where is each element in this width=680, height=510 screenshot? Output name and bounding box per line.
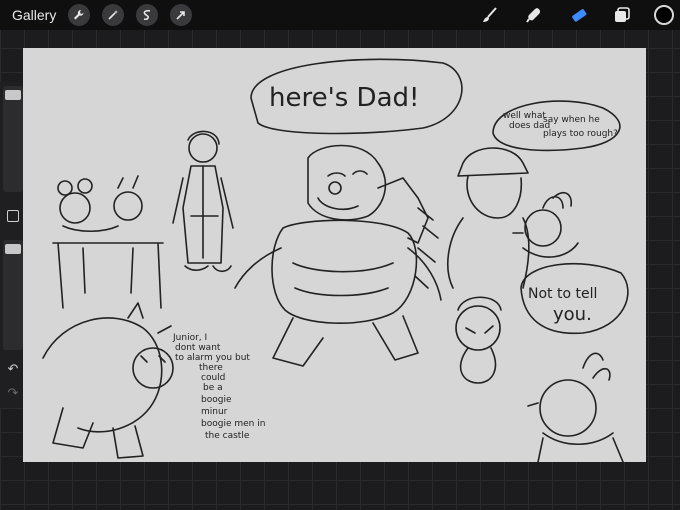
junior-note-text: Junior, I dont want to alarm you but the… — [172, 333, 265, 441]
transform-arrow-icon[interactable] — [170, 4, 193, 26]
drawing-canvas[interactable]: here's Dad! well what does dad say when … — [23, 48, 646, 463]
question-bubble-text: well what does dad say when he plays too… — [503, 111, 618, 139]
nottotell-line-1: Not to tell — [528, 286, 597, 302]
brush-size-slider[interactable] — [3, 86, 23, 192]
redo-icon[interactable]: ↷ — [5, 386, 21, 400]
note-line-2: dont want — [175, 343, 221, 353]
bottom-left-figure — [42, 302, 174, 459]
nottotell-line-2: you. — [553, 304, 592, 325]
question-line-1: well what — [503, 111, 546, 121]
right-tool-group — [478, 0, 680, 30]
nottotell-bubble-text: Not to tell you. — [528, 286, 597, 325]
brush-icon[interactable] — [478, 3, 502, 27]
robe-figure — [172, 130, 234, 273]
note-line-8: minur — [201, 407, 228, 417]
selection-icon[interactable] — [136, 4, 159, 26]
question-line-3: say when he — [543, 115, 600, 125]
gallery-button[interactable]: Gallery — [12, 7, 56, 23]
magic-wand-icon[interactable] — [102, 4, 125, 26]
modify-button[interactable] — [7, 210, 19, 222]
hat-figure — [447, 147, 530, 289]
angry-bird-figure — [455, 296, 502, 384]
top-toolbar: Gallery — [0, 0, 680, 30]
question-line-4: plays too rough? — [543, 129, 618, 139]
note-line-9: boogie men in — [201, 419, 265, 429]
color-picker-swatch[interactable] — [654, 5, 674, 25]
brush-size-thumb[interactable] — [5, 90, 21, 100]
note-line-7: boogie — [201, 395, 232, 405]
note-line-4: there — [199, 363, 223, 373]
bird-figure-bottom — [527, 352, 624, 463]
note-line-10: the castle — [205, 431, 250, 441]
opacity-thumb[interactable] — [5, 244, 21, 254]
eraser-icon[interactable] — [566, 3, 590, 27]
note-line-5: could — [201, 373, 225, 383]
dad-bubble-text: here's Dad! — [269, 83, 419, 113]
layers-icon[interactable] — [610, 3, 634, 27]
opacity-slider[interactable] — [3, 240, 23, 350]
sketch-artwork: here's Dad! well what does dad say when … — [42, 58, 629, 463]
smudge-icon[interactable] — [522, 3, 546, 27]
note-line-6: be a — [203, 383, 223, 393]
table-figures — [52, 175, 164, 309]
bowser-figure — [234, 144, 442, 367]
note-line-1: Junior, I — [172, 333, 207, 343]
undo-icon[interactable]: ↶ — [5, 362, 21, 376]
bird-figure-right — [512, 191, 579, 258]
note-line-3: to alarm you but — [175, 353, 250, 363]
wrench-icon[interactable] — [68, 4, 91, 26]
